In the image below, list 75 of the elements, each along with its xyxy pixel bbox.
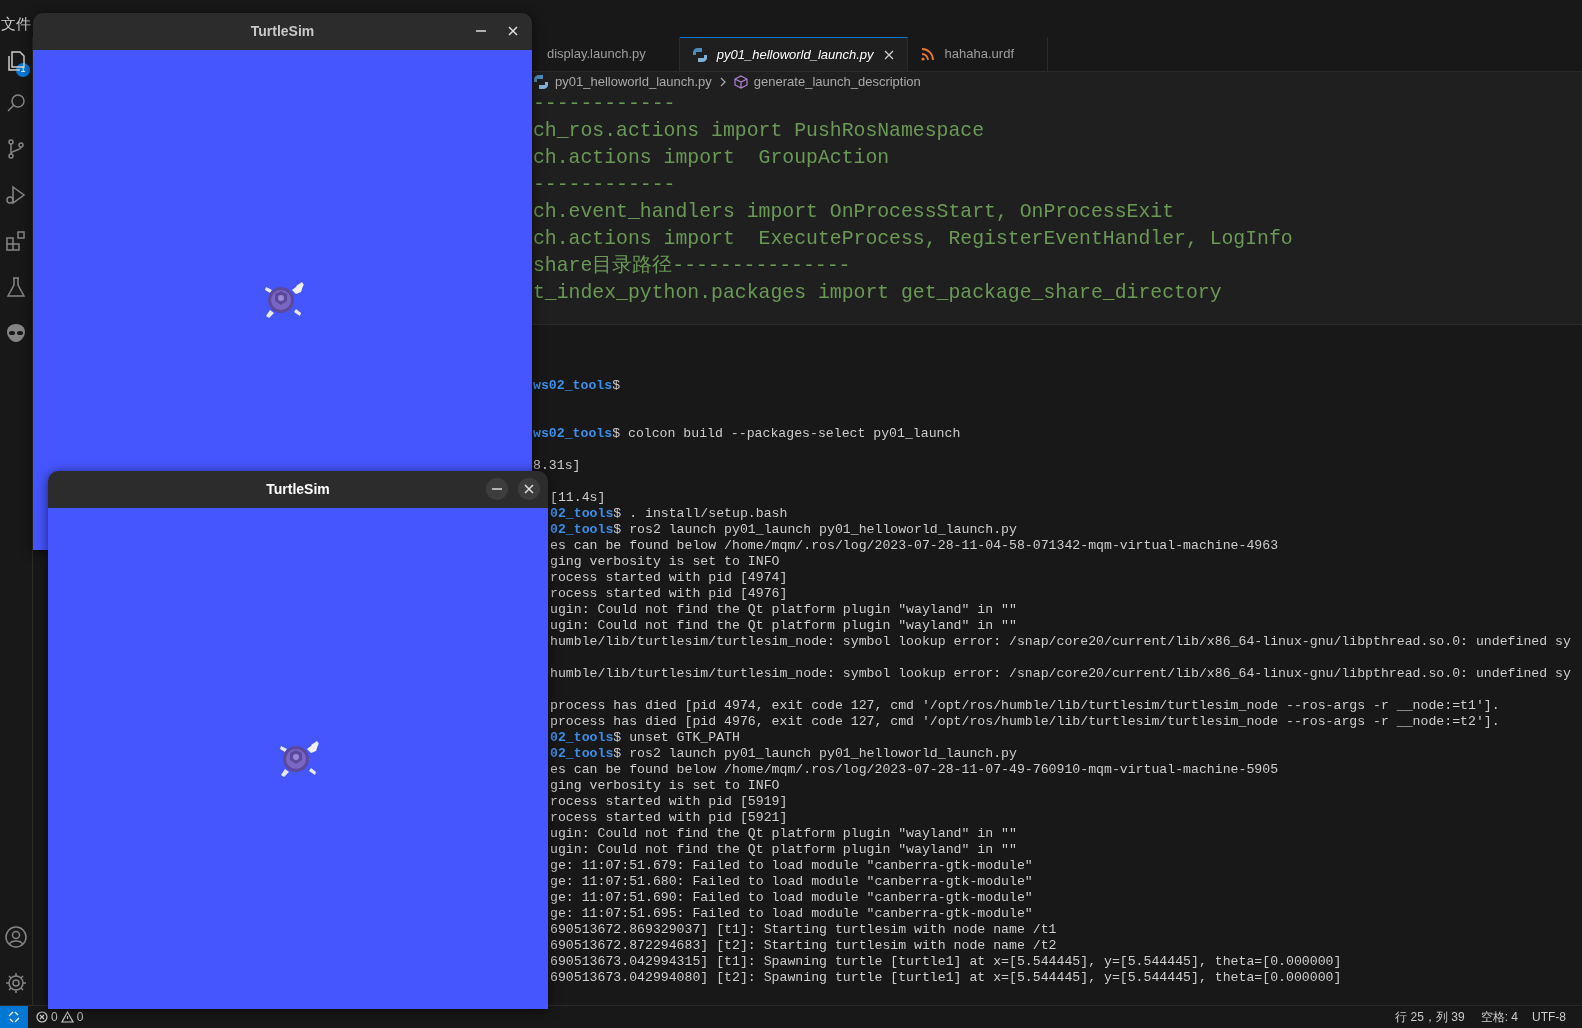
editor-tab[interactable]: py01_helloworld_launch.py	[679, 37, 908, 71]
cursor-position[interactable]: 行 25，列 39	[1395, 1008, 1465, 1026]
minimize-button[interactable]	[486, 478, 508, 500]
code-line: ------------	[533, 93, 676, 115]
terminal-line: 02_tools$ unset GTK_PATH	[550, 730, 740, 745]
flask-icon[interactable]	[4, 275, 28, 299]
remote-button[interactable]	[0, 1006, 28, 1028]
window-title: TurtleSim	[250, 22, 315, 41]
turtle-icon	[264, 282, 304, 318]
terminal-line: ugin: Could not find the Qt platform plugin "wayland" in ""	[550, 602, 1017, 617]
code-line: t_index_python.packages import get_package_share_directory	[533, 282, 1222, 304]
terminal-line: rocess started with pid [4974]	[550, 570, 788, 585]
terminal-line: ugin: Could not find the Qt platform plugin "wayland" in ""	[550, 826, 1017, 841]
terminal-line: ugin: Could not find the Qt platform plugin "wayland" in ""	[550, 618, 1017, 633]
code-line: ------------	[533, 174, 676, 196]
python-file-icon	[691, 46, 708, 63]
window-title: TurtleSim	[266, 480, 330, 499]
account-icon[interactable]	[4, 925, 28, 949]
run-debug-icon[interactable]	[4, 183, 28, 207]
terminal-line: 02_tools$ ros2 launch py01_launch py01_helloworld_launch.py	[550, 522, 1017, 537]
code-line: ch.actions import ExecuteProcess, RegisterEventHandler, LogInfo	[533, 228, 1293, 250]
terminal-line: 02_tools$ ros2 launch py01_launch py01_helloworld_launch.py	[550, 746, 1017, 761]
settings-icon[interactable]	[4, 971, 28, 995]
close-icon	[507, 25, 519, 37]
warning-count[interactable]: 0	[76, 1008, 84, 1026]
terminal-line: humble/lib/turtlesim/turtlesim_node: symbol lookup error: /snap/core20/current/lib/x86_64-linux-gnu/libpthread.so.0: undefined sy	[550, 634, 1571, 649]
terminal-line: 02_tools$ . install/setup.bash	[550, 506, 788, 521]
minimize-icon	[476, 30, 486, 32]
extensions-icon[interactable]	[4, 229, 28, 253]
minimize-icon	[492, 488, 502, 490]
python-file-icon	[533, 73, 549, 90]
editor-tab[interactable]: hahaha.urdf	[907, 37, 1048, 71]
terminal-line: rocess started with pid [4976]	[550, 586, 788, 601]
terminal-line: ws02_tools$ colcon build --packages-select py01_launch	[533, 426, 961, 441]
terminal-line: 690513672.869329037] [t1]: Starting turtlesim with node name /t1	[550, 922, 1057, 937]
terminal-line: humble/lib/turtlesim/turtlesim_node: symbol lookup error: /snap/core20/current/lib/x86_64-linux-gnu/libpthread.so.0: undefined sy	[550, 666, 1571, 681]
code-line: ch_ros.actions import PushRosNamespace	[533, 120, 985, 142]
terminal-line: 8.31s]	[533, 458, 581, 473]
terminal-line: [11.4s]	[550, 490, 606, 505]
close-button[interactable]	[518, 478, 540, 500]
terminal-line: 690513673.042994315] [t1]: Spawning turtle [turtle1] at x=[5.544445], y=[5.544445], theta=[0.000000]	[550, 954, 1342, 969]
terminal-line: ge: 11:07:51.695: Failed to load module "canberra-gtk-module"	[550, 906, 1033, 921]
error-icon	[36, 1011, 48, 1023]
terminal-line: process has died [pid 4976, exit code 127, cmd '/opt/ros/humble/lib/turtlesim/turtlesim_node --ros-args -r __node:=t2'].	[550, 714, 1500, 729]
error-count[interactable]: 0	[51, 1008, 58, 1026]
terminal-line: ugin: Could not find the Qt platform plugin "wayland" in ""	[550, 842, 1017, 857]
terminal-line: rocess started with pid [5919]	[550, 794, 788, 809]
method-icon	[733, 74, 748, 89]
terminal-line: process has died [pid 4974, exit code 127, cmd '/opt/ros/humble/lib/turtlesim/turtlesim_node --ros-args -r __node:=t1'].	[550, 698, 1500, 713]
terminal-line: es can be found below /home/mqm/.ros/log/2023-07-28-11-07-49-760910-mqm-virtual-machine-5905	[550, 762, 1279, 777]
indentation-setting[interactable]: 空格: 4	[1480, 1008, 1518, 1026]
terminal-line: 690513672.872294683] [t2]: Starting turtlesim with node name /t2	[550, 938, 1057, 953]
menu-item[interactable]: 文件	[0, 13, 32, 36]
terminal-line: es can be found below /home/mqm/.ros/log/2023-07-28-11-04-58-071342-mqm-virtual-machine-4963	[550, 538, 1279, 553]
encoding-setting[interactable]: UTF-8	[1532, 1008, 1566, 1026]
code-line: ch.event_handlers import OnProcessStart, OnProcessExit	[533, 201, 1175, 223]
warning-icon	[60, 1011, 74, 1023]
remote-icon	[7, 1010, 21, 1024]
code-line: ch.actions import GroupAction	[533, 147, 890, 169]
code-line: share目录路径---------------	[533, 255, 851, 277]
terminal-line: rocess started with pid [5921]	[550, 810, 788, 825]
breadcrumb-item[interactable]: generate_launch_description	[753, 71, 921, 92]
terminal-line: ws02_tools$	[533, 378, 621, 393]
rss-file-icon	[919, 46, 936, 62]
breadcrumb-item[interactable]: py01_helloworld_launch.py	[555, 71, 712, 92]
turtle-icon	[280, 740, 319, 777]
terminal-line: ge: 11:07:51.680: Failed to load module "canberra-gtk-module"	[550, 874, 1033, 889]
terminal-line: ging verbosity is set to INFO	[550, 778, 780, 793]
terminal-line: ging verbosity is set to INFO	[550, 554, 780, 569]
close-icon[interactable]	[882, 48, 895, 61]
terminal-line: ge: 11:07:51.679: Failed to load module "canberra-gtk-module"	[550, 858, 1033, 873]
alien-icon[interactable]	[4, 321, 28, 345]
terminal-line: 690513673.042994080] [t2]: Spawning turtle [turtle1] at x=[5.544445], y=[5.544445], theta=[0.000000]	[550, 970, 1342, 985]
terminal-line: ge: 11:07:51.690: Failed to load module "canberra-gtk-module"	[550, 890, 1033, 905]
close-icon	[523, 483, 535, 495]
